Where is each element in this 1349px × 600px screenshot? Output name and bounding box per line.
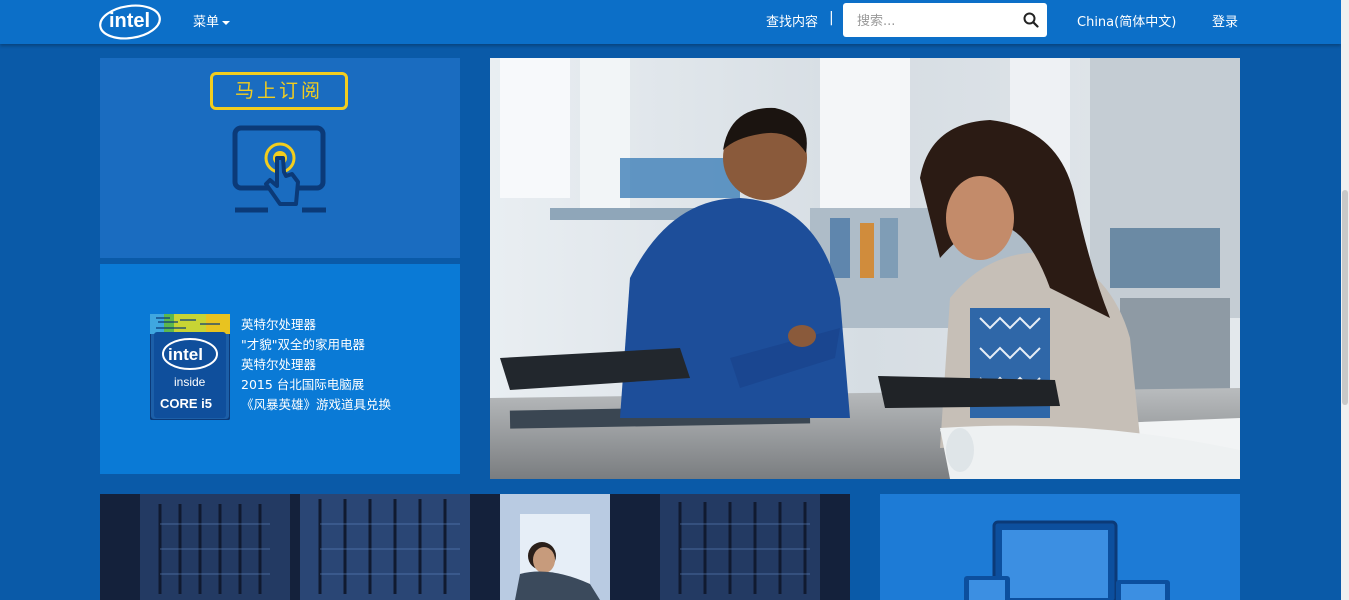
badge-model: CORE i5 [160, 396, 212, 411]
page-scrollbar[interactable] [1341, 0, 1349, 600]
divider: | [829, 10, 834, 26]
search-box [843, 3, 1047, 37]
touch-screen-icon [232, 125, 326, 213]
badge-inside: inside [174, 375, 206, 389]
processor-promo-list: 英特尔处理器 "才貌"双全的家用电器 英特尔处理器 2015 台北国际电脑展 《… [241, 315, 391, 415]
promo-line[interactable]: 2015 台北国际电脑展 [241, 375, 391, 395]
intel-core-i5-badge: intel inside CORE i5 [150, 314, 230, 420]
search-icon[interactable] [1023, 12, 1039, 28]
devices-illustration [964, 520, 1170, 600]
promo-line[interactable]: 英特尔处理器 [241, 315, 391, 335]
intel-logo-text: intel [109, 10, 150, 32]
top-navigation-bar: intel 菜单 查找内容 | China(简体中文) 登录 [0, 0, 1341, 44]
language-selector[interactable]: China(简体中文) [1077, 11, 1176, 30]
menu-dropdown[interactable]: 菜单 [193, 11, 231, 30]
menu-label: 菜单 [193, 15, 220, 30]
promo-line[interactable]: 《风暴英雄》游戏道具兑换 [241, 395, 391, 415]
scrollbar-thumb[interactable] [1342, 190, 1348, 405]
badge-brand: intel [168, 345, 203, 364]
datacenter-photo-tile[interactable] [100, 494, 850, 600]
hero-photo [490, 58, 1240, 479]
chevron-down-icon [222, 20, 231, 25]
find-content-label: 查找内容 [766, 15, 819, 30]
login-link[interactable]: 登录 [1212, 11, 1238, 30]
devices-tile[interactable] [880, 494, 1240, 600]
datacenter-photo [100, 494, 850, 600]
promo-line[interactable]: 英特尔处理器 [241, 355, 391, 375]
promo-line[interactable]: "才貌"双全的家用电器 [241, 335, 391, 355]
intel-logo[interactable]: intel [99, 1, 165, 41]
search-input[interactable] [855, 10, 1019, 32]
hero-photo-tile[interactable] [490, 58, 1240, 479]
subscribe-label: 马上订阅 [210, 72, 348, 110]
